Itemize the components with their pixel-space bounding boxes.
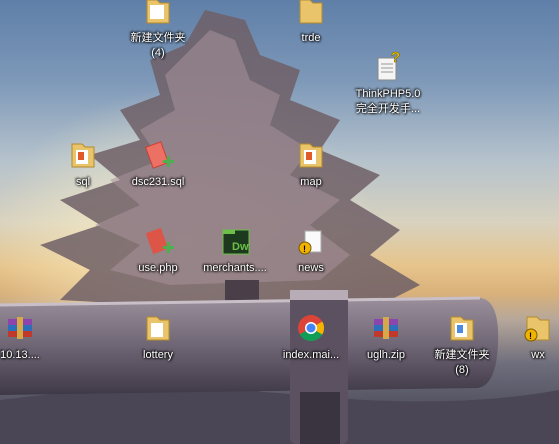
svg-text:!: !	[303, 244, 306, 254]
icon-label: merchants....	[203, 262, 267, 274]
folder-warning-icon: !	[524, 316, 550, 342]
icon-label: map	[300, 176, 322, 188]
folder-icon	[299, 0, 323, 24]
dreamweaver-file-icon: Dw	[222, 229, 250, 255]
desktop-icon[interactable]: use.php	[120, 218, 196, 298]
desktop-icon[interactable]: map	[273, 132, 349, 212]
desktop-icon[interactable]: sql	[45, 132, 121, 212]
icon-label: wx	[531, 349, 545, 361]
icon-label: 10.13....	[0, 349, 40, 361]
icon-label: sql	[75, 176, 91, 188]
folder-icon	[71, 143, 95, 168]
folder-icon	[299, 143, 323, 168]
icon-label: trde	[301, 32, 321, 44]
desktop-icon[interactable]: ? ThinkPHP5.0 完全开发手...	[350, 44, 426, 124]
sql-file-icon	[145, 141, 174, 169]
desktop-icon[interactable]: 新建文件夹 (4)	[120, 0, 196, 68]
icon-label: 新建文件夹 (4)	[130, 32, 186, 59]
folder-icon	[146, 316, 170, 341]
desktop-icon[interactable]: Dw merchants....	[197, 218, 273, 298]
desktop-icon[interactable]: index.mai...	[273, 305, 349, 385]
icon-label: lottery	[143, 349, 173, 361]
desktop-icon[interactable]: ! wx	[500, 305, 559, 385]
icon-label: index.mai...	[282, 349, 340, 361]
icon-label: 新建文件夹 (8)	[434, 349, 490, 376]
icon-label: uglh.zip	[367, 349, 405, 361]
desktop-icon[interactable]: 新建文件夹 (8)	[424, 305, 500, 385]
svg-text:!: !	[529, 331, 532, 341]
rar-archive-icon	[8, 317, 32, 339]
desktop: 新建文件夹 (4) trde ? ThinkPHP5.0 完全开发手... sq…	[0, 0, 559, 444]
icon-label: dsc231.sql	[131, 176, 185, 188]
desktop-icon[interactable]: dsc231.sql	[120, 132, 196, 212]
unknown-file-icon: ?	[377, 50, 400, 81]
desktop-icon[interactable]: ! news	[273, 218, 349, 298]
chrome-html-icon	[298, 315, 325, 342]
php-file-icon	[145, 227, 174, 255]
folder-icon	[146, 0, 170, 24]
icon-label: news	[298, 262, 324, 274]
icon-label: ThinkPHP5.0 完全开发手...	[355, 88, 421, 115]
folder-icon	[450, 316, 474, 341]
folder-warning-icon: !	[298, 230, 322, 255]
svg-text:?: ?	[391, 50, 400, 66]
desktop-icon[interactable]: lottery	[120, 305, 196, 385]
rar-archive-icon	[374, 317, 398, 339]
icon-label: use.php	[138, 262, 178, 274]
desktop-icon[interactable]: trde	[273, 0, 349, 68]
desktop-icon[interactable]: uglh.zip	[348, 305, 424, 385]
desktop-icon[interactable]: 10.13....	[0, 305, 58, 385]
svg-text:Dw: Dw	[232, 241, 249, 253]
